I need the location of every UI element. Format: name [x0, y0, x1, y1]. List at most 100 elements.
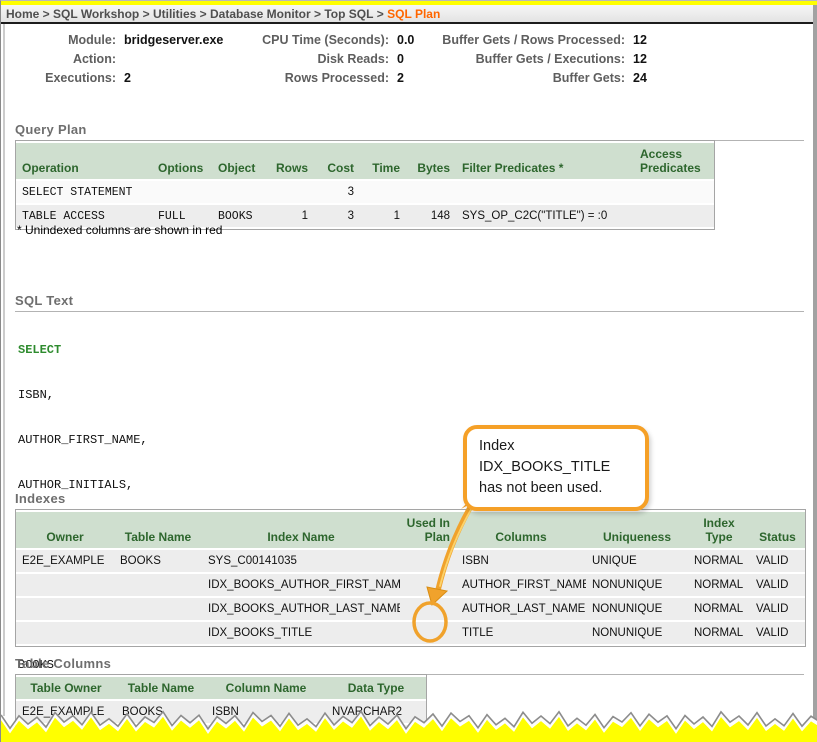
sql-keyword: SELECT: [18, 343, 148, 358]
cell-index-name: IDX_BOOKS_AUTHOR_FIRST_NAME: [202, 574, 400, 596]
table-row: IDX_BOOKS_AUTHOR_LAST_NAME AUTHOR_LAST_N…: [16, 598, 805, 620]
cell-access-predicates: [634, 205, 714, 227]
cell-table-name: BOOKS: [114, 550, 202, 572]
cell-used-in-plan: [400, 622, 456, 644]
cell-index-name: IDX_BOOKS_TITLE: [202, 622, 400, 644]
cell-rows: 1: [270, 205, 314, 227]
column-header: Uniqueness: [586, 512, 688, 548]
table-row: IDX_BOOKS_TITLE TITLE NONUNIQUE NORMAL V…: [16, 622, 805, 644]
cell-table-owner: E2E_EXAMPLE: [16, 701, 116, 723]
column-header: Table Name: [114, 512, 202, 548]
column-header: Used In Plan: [400, 512, 456, 548]
column-header: Bytes: [406, 143, 456, 179]
breadcrumb: Home > SQL Workshop > Utilities > Databa…: [1, 5, 817, 24]
table-row: SELECT STATEMENT 3: [16, 181, 714, 203]
column-header: Owner: [16, 512, 114, 548]
breadcrumb-separator: >: [196, 7, 210, 21]
cell-columns: AUTHOR_LAST_NAME: [456, 598, 586, 620]
query-plan-title: Query Plan: [15, 122, 804, 141]
cell-table-name: [114, 574, 202, 596]
breadcrumb-separator: >: [139, 7, 153, 21]
breadcrumb-separator: >: [39, 7, 53, 21]
cell-columns: TITLE: [456, 622, 586, 644]
cell-table-name: BOOKS: [116, 701, 206, 723]
cell-owner: [16, 574, 114, 596]
cell-cost: 3: [314, 205, 360, 227]
cell-used-in-plan: [400, 574, 456, 596]
column-header: Options: [152, 143, 212, 179]
cell-used-in-plan: [400, 550, 456, 572]
cell-index-name: IDX_BOOKS_AUTHOR_LAST_NAME: [202, 598, 400, 620]
sql-line: AUTHOR_FIRST_NAME,: [18, 433, 148, 448]
cell-table-name: [114, 598, 202, 620]
cell-bytes: 148: [406, 205, 456, 227]
cell-owner: [16, 598, 114, 620]
breadcrumb-item-top-sql[interactable]: Top SQL: [324, 7, 373, 21]
breadcrumb-current-sql-plan: SQL Plan: [387, 7, 440, 21]
column-header: Object: [212, 143, 270, 179]
cell-table-name: [116, 725, 206, 742]
cell-uniqueness: NONUNIQUE: [586, 574, 688, 596]
page-left-border: [3, 24, 5, 716]
cell-rows: [270, 181, 314, 203]
callout-line: has not been used.: [479, 478, 633, 499]
table-columns-table: Table Owner Table Name Column Name Data …: [15, 674, 427, 742]
breadcrumb-item-utilities[interactable]: Utilities: [153, 7, 196, 21]
breadcrumb-item-database-monitor[interactable]: Database Monitor: [210, 7, 311, 21]
table-row: [16, 725, 426, 742]
cell-time: 1: [360, 205, 406, 227]
annotation-callout: Index IDX_BOOKS_TITLE has not been used.: [463, 425, 649, 511]
table-columns-header-row: Table Owner Table Name Column Name Data …: [16, 677, 426, 699]
column-header: Operation: [16, 143, 152, 179]
cell-bytes: [406, 181, 456, 203]
callout-line: Index IDX_BOOKS_TITLE: [479, 436, 633, 478]
cell-status: VALID: [750, 574, 805, 596]
cell-index-type: NORMAL: [688, 574, 750, 596]
cell-time: [360, 181, 406, 203]
breadcrumb-separator: >: [311, 7, 325, 21]
summary-value: 12: [633, 31, 647, 50]
indexes-table: Owner Table Name Index Name Used In Plan…: [15, 509, 806, 647]
cell-columns: AUTHOR_FIRST_NAME: [456, 574, 586, 596]
table-row: E2E_EXAMPLE BOOKS ISBN NVARCHAR2: [16, 701, 426, 723]
table-columns-title: Table Columns: [15, 656, 804, 675]
cell-uniqueness: NONUNIQUE: [586, 598, 688, 620]
cell-owner: E2E_EXAMPLE: [16, 550, 114, 572]
breadcrumb-item-sql-workshop[interactable]: SQL Workshop: [53, 7, 139, 21]
column-header: Columns: [456, 512, 586, 548]
cell-options: [152, 181, 212, 203]
breadcrumb-item-home[interactable]: Home: [6, 7, 39, 21]
cell-table-name: [114, 622, 202, 644]
column-header: Data Type: [326, 677, 426, 699]
column-header: Access Predicates: [634, 143, 714, 179]
cell-index-type: NORMAL: [688, 622, 750, 644]
query-plan-header-row: Operation Options Object Rows Cost Time …: [16, 143, 714, 179]
column-header: Time: [360, 143, 406, 179]
cell-filter-predicates: SYS_OP_C2C("TITLE") = :0: [456, 205, 634, 227]
column-header: Status: [750, 512, 805, 548]
cell-data-type: [326, 725, 426, 742]
column-header: Cost: [314, 143, 360, 179]
column-header: Index Name: [202, 512, 400, 548]
cell-cost: 3: [314, 181, 360, 203]
cell-status: VALID: [750, 550, 805, 572]
column-header: Index Type: [688, 512, 750, 548]
column-header: Table Name: [116, 677, 206, 699]
cell-column-name: [206, 725, 326, 742]
cell-columns: ISBN: [456, 550, 586, 572]
cell-uniqueness: NONUNIQUE: [586, 622, 688, 644]
cell-index-type: NORMAL: [688, 550, 750, 572]
summary-label: Buffer Gets:: [401, 69, 625, 88]
sql-plan-page: Home > SQL Workshop > Utilities > Databa…: [0, 0, 817, 742]
cell-owner: [16, 622, 114, 644]
cell-data-type: NVARCHAR2: [326, 701, 426, 723]
cell-status: VALID: [750, 598, 805, 620]
cell-table-owner: [16, 725, 116, 742]
column-header: Filter Predicates *: [456, 143, 634, 179]
page-right-border: [813, 5, 817, 721]
breadcrumb-separator: >: [373, 7, 387, 21]
column-header: Table Owner: [16, 677, 116, 699]
summary-value: 24: [633, 69, 647, 88]
cell-used-in-plan: [400, 598, 456, 620]
column-header: Column Name: [206, 677, 326, 699]
